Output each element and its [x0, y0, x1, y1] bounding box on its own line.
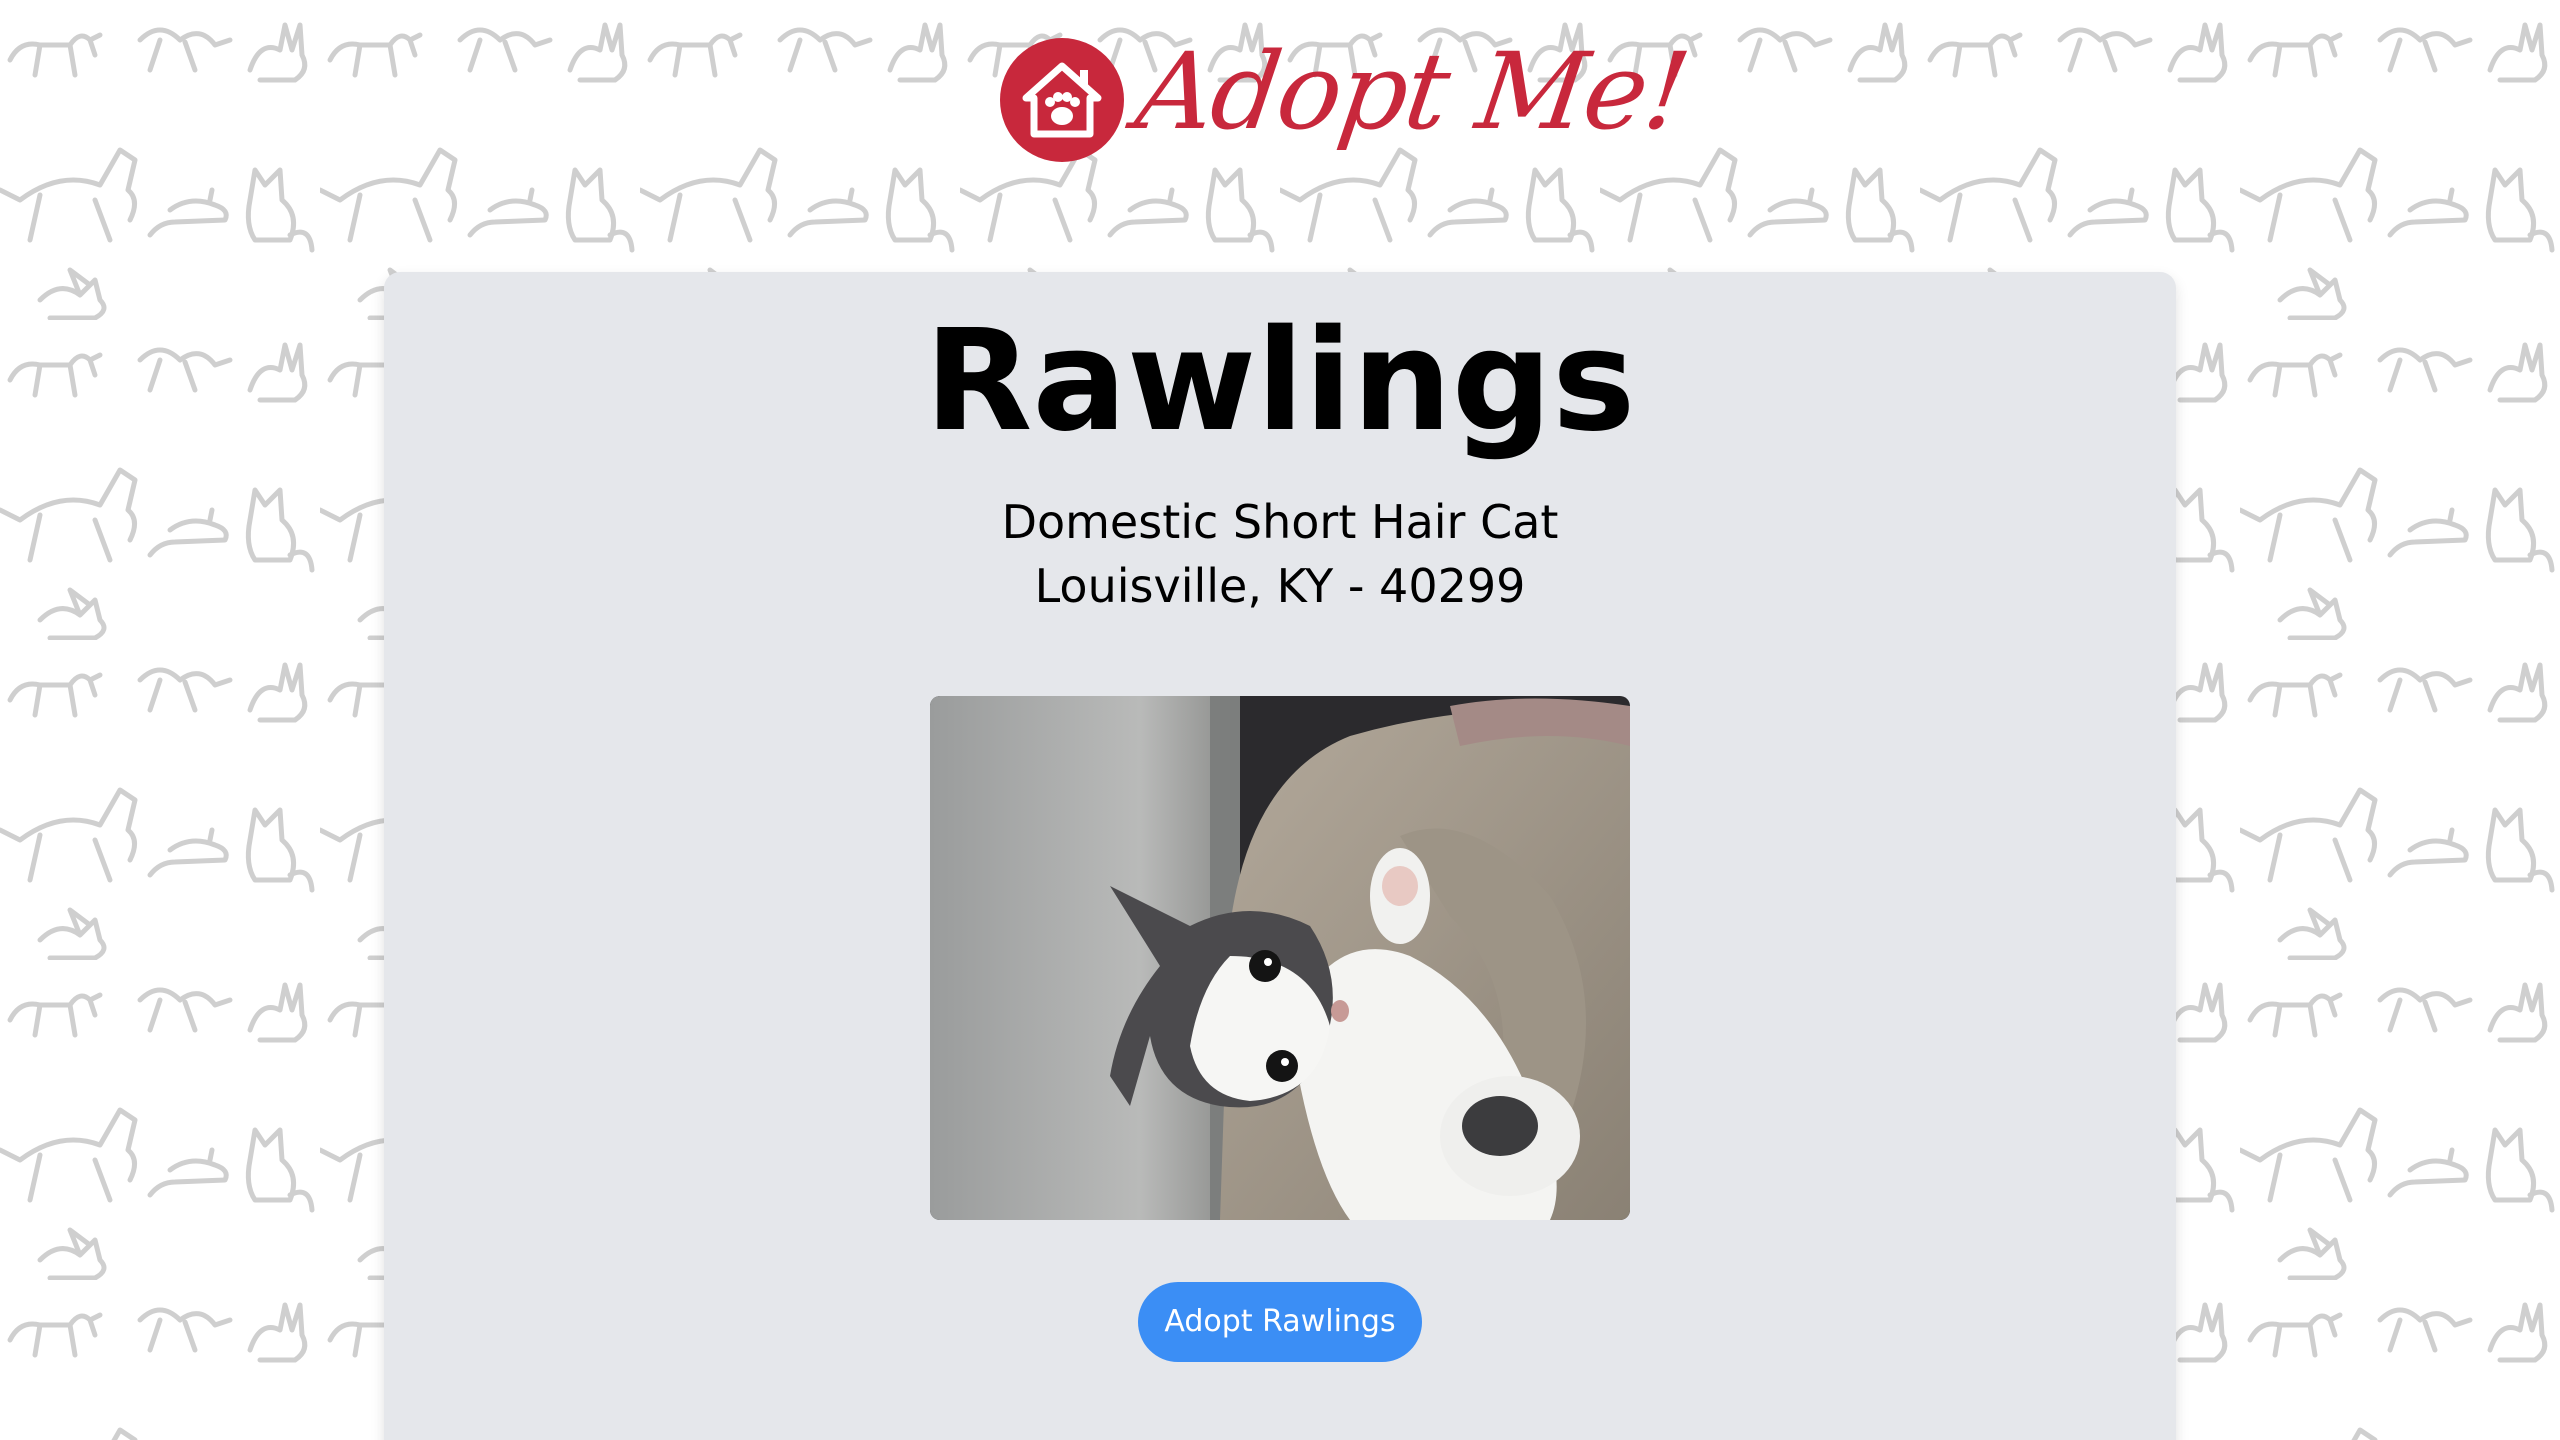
pet-details-card: Rawlings Domestic Short Hair Cat Louisvi… — [384, 272, 2176, 1440]
pet-location-text: Louisville, KY - 40299 — [1034, 559, 1526, 613]
logo-wordmark: Adopt Me! — [1129, 30, 1695, 153]
kitten-photo — [930, 696, 1630, 1220]
pet-breed-text: Domestic Short Hair Cat — [1001, 495, 1559, 549]
pet-photo — [930, 696, 1630, 1220]
site-header: Adopt Me! — [0, 0, 2560, 272]
pet-name-heading: Rawlings — [924, 300, 1636, 463]
adopt-pet-button[interactable]: Adopt Rawlings — [1138, 1282, 1422, 1362]
home-logo-link[interactable]: Adopt Me! — [998, 30, 1695, 196]
house-paw-icon — [1000, 38, 1124, 162]
